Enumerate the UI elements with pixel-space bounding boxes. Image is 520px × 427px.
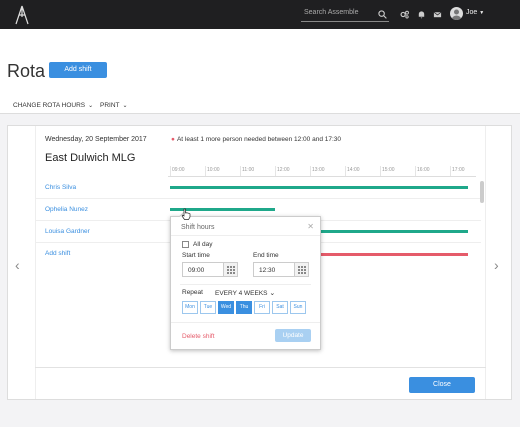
day-toggle-sun[interactable]: Sun [290,301,306,314]
time-picker-icon[interactable] [223,263,237,276]
search-icon[interactable] [378,10,387,19]
hour-gridline [275,166,276,176]
schedule-date: Wednesday, 20 September 2017 [45,136,147,143]
end-time-value: 12:30 [259,267,276,274]
update-button[interactable]: Update [275,329,311,342]
close-button[interactable]: Close [409,377,475,393]
gears-icon[interactable] [400,10,409,19]
hour-tick-label: 15:00 [382,167,395,173]
avatar[interactable] [450,7,463,20]
user-menu-name[interactable]: Joe ▼ [466,9,484,16]
top-bar: Search Assemble Joe ▼ [0,0,520,29]
user-name: Joe [466,9,478,16]
page-title: Rota [7,61,46,81]
add-shift-button[interactable]: Add shift [49,62,107,78]
bell-icon[interactable] [417,10,426,19]
hour-tick-label: 13:00 [312,167,325,173]
logo-icon[interactable] [14,5,30,25]
chevron-down-icon: ⌄ [122,103,128,109]
hour-gridline [170,166,171,176]
end-time-field[interactable]: 12:30 [253,262,309,277]
staffing-notice-text: At least 1 more person needed between 12… [176,136,342,143]
hour-tick-label: 12:00 [277,167,290,173]
hour-tick-label: 14:00 [347,167,360,173]
mail-icon[interactable] [433,10,442,19]
print-menu[interactable]: PRINT ⌄ [100,102,128,109]
repeat-label: Repeat [182,289,203,296]
change-rota-hours-menu[interactable]: CHANGE ROTA HOURS ⌄ [13,102,93,109]
divider [180,284,311,285]
start-time-field[interactable]: 09:00 [182,262,238,277]
add-shift-link[interactable]: Add shift [45,250,70,257]
staff-name-link[interactable]: Chris Silva [45,184,76,191]
time-axis: 09:00 10:00 11:00 12:00 13:00 14:00 15:00 16:00… [168,166,476,177]
day-toggle-thu[interactable]: Thu [236,301,252,314]
all-day-checkbox[interactable] [182,241,189,248]
hour-tick-label: 10:00 [207,167,220,173]
hour-gridline [205,166,206,176]
all-day-label: All day [193,241,213,248]
hour-gridline [310,166,311,176]
start-time-value: 09:00 [188,267,205,274]
hour-tick-label: 16:00 [417,167,430,173]
day-toggle-mon[interactable]: Mon [182,301,198,314]
repeat-dropdown[interactable]: EVERY 4 WEEKS ⌄ [215,289,275,297]
hour-tick-label: 11:00 [242,167,255,173]
chevron-down-icon: ⌄ [88,103,94,109]
scrollbar[interactable] [480,181,484,203]
hour-gridline [450,166,451,176]
day-toggle-wed[interactable]: Wed [218,301,234,314]
day-toggle-fri[interactable]: Fri [254,301,270,314]
time-picker-icon[interactable] [294,263,308,276]
warning-dot-icon: ● [171,136,175,143]
chevron-down-icon: ⌄ [269,290,276,297]
hour-gridline [345,166,346,176]
search-input[interactable]: Search Assemble [301,8,389,22]
hour-gridline [240,166,241,176]
hand-cursor-icon [181,208,191,220]
chevron-down-icon: ▼ [479,10,485,16]
hour-gridline [415,166,416,176]
print-label: PRINT [100,102,120,109]
start-time-label: Start time [182,252,210,259]
staff-name-link[interactable]: Ophelia Nunez [45,206,88,213]
sub-nav: CHANGE ROTA HOURS ⌄ PRINT ⌄ [0,97,520,114]
shift-hours-popup: Shift hours ✕ All day Start time End tim… [170,210,321,350]
hour-tick-label: 17:00 [452,167,465,173]
popup-title: Shift hours [181,224,215,231]
hour-gridline [380,166,381,176]
staffing-notice: ● At least 1 more person needed between 1… [171,136,341,143]
location-title: East Dulwich MLG [45,152,136,164]
day-toggle-tue[interactable]: Tue [200,301,216,314]
change-rota-hours-label: CHANGE ROTA HOURS [13,102,86,109]
next-day-arrow-icon[interactable]: › [494,257,499,273]
search-placeholder: Search Assemble [304,9,359,16]
shift-bar[interactable] [170,186,468,189]
delete-shift-link[interactable]: Delete shift [182,333,215,340]
previous-day-arrow-icon[interactable]: ‹ [15,257,20,273]
divider [171,235,320,236]
repeat-value: EVERY 4 WEEKS [215,290,268,297]
close-icon[interactable]: ✕ [307,222,314,231]
hour-tick-label: 09:00 [172,167,185,173]
divider [171,322,320,323]
end-time-label: End time [253,252,279,259]
day-toggle-sat[interactable]: Sat [272,301,288,314]
staff-name-link[interactable]: Louisa Gardner [45,228,90,235]
